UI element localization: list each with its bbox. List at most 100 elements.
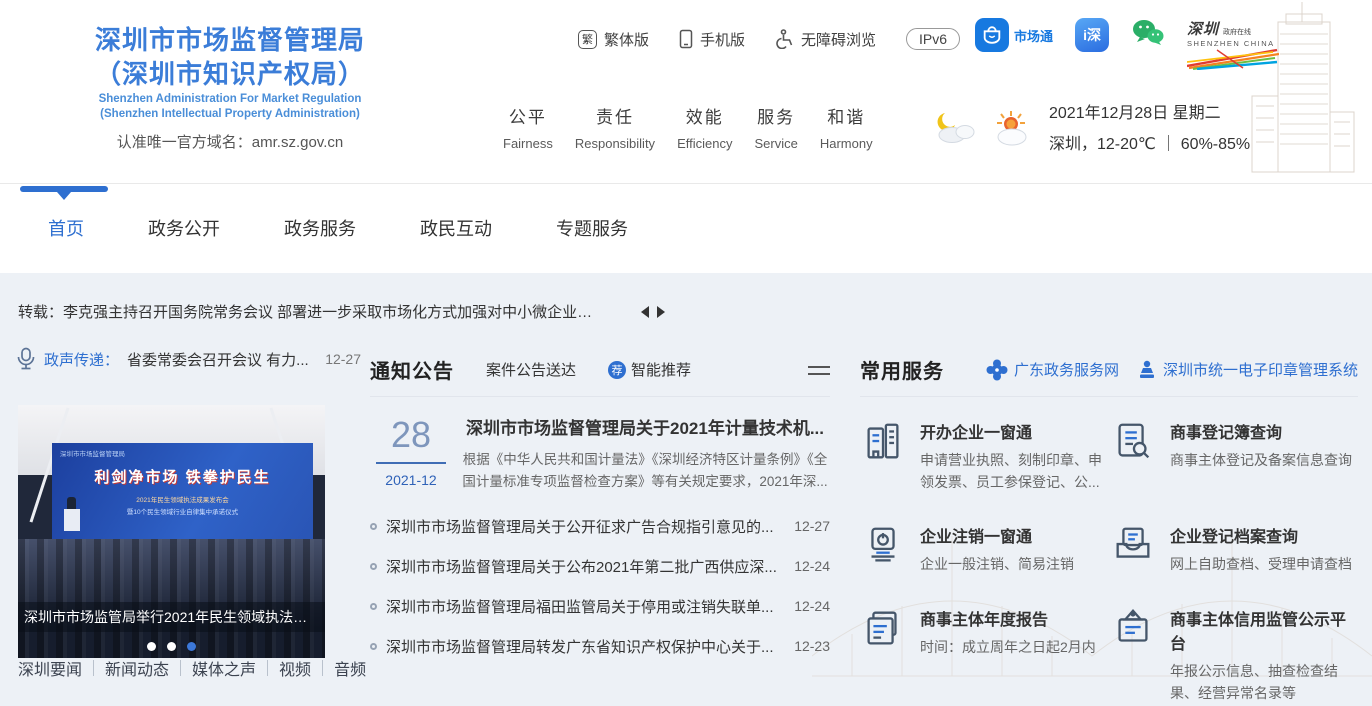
notices-title[interactable]: 通知公告 xyxy=(370,355,454,384)
header: 深圳市市场监督管理局 （深圳市知识产权局） Shenzhen Administr… xyxy=(0,0,1372,183)
wechat-link[interactable] xyxy=(1131,18,1165,53)
featured-notice[interactable]: 28 2021-12 深圳市市场监督管理局关于2021年计量技术机... 根据《… xyxy=(370,414,830,492)
services-title: 常用服务 xyxy=(860,361,944,383)
value-fairness: 公平 Fairness xyxy=(503,108,553,151)
slide-org-text: 深圳市市场监督管理局 xyxy=(60,451,125,458)
ticker-next-icon[interactable] xyxy=(657,305,665,318)
tab-shenzhen-news[interactable]: 深圳要闻 xyxy=(18,656,93,680)
service-open-business[interactable]: 开办企业一窗通 申请营业执照、刻制印章、申领发票、员工参保登记、公... xyxy=(860,419,1110,493)
partly-sunny-icon xyxy=(997,111,1027,146)
tab-case-announcements[interactable]: 案件公告送达 xyxy=(486,359,576,380)
value-responsibility: 责任 Responsibility xyxy=(574,108,656,151)
mobile-version-link[interactable]: 手机版 xyxy=(679,29,745,50)
service-credit-platform[interactable]: 商事主体信用监管公示平台 年报公示信息、抽查检查结果、经营异常名录等 xyxy=(1110,606,1358,704)
nav-item-special[interactable]: 专题服务 xyxy=(556,215,628,241)
service-archive-search[interactable]: 企业登记档案查询 网上自助查档、受理申请查档 xyxy=(1110,523,1358,576)
wechat-icon xyxy=(1133,20,1164,45)
sign-board-icon xyxy=(1118,609,1148,642)
traditional-icon: 繁 xyxy=(578,29,597,49)
core-values: 公平 Fairness 责任 Responsibility 效能 Efficie… xyxy=(503,103,873,151)
value-service: 服务 Service xyxy=(754,108,798,151)
archive-tray-icon xyxy=(1116,527,1150,559)
weather-widget: 2021年12月28日 星期二 深圳，12-20℃ ｜ 60%-85% xyxy=(935,98,1250,160)
notice-item[interactable]: 深圳市市场监督管理局转发广东省知识产权保护中心关于... 12-23 xyxy=(370,626,830,666)
slide-sub2-text: 暨10个民生领域行业自律集中承诺仪式 xyxy=(126,509,239,516)
weather-text: 2021年12月28日 星期二 深圳，12-20℃ ｜ 60%-85% xyxy=(1049,98,1250,160)
ishenzhen-app-link[interactable]: i深 xyxy=(1075,18,1110,52)
nav-item-disclosure[interactable]: 政务公开 xyxy=(148,215,220,241)
ishenzhen-app-icon: i深 xyxy=(1075,18,1110,52)
ticker-prev-icon[interactable] xyxy=(641,305,649,318)
weather-info: 深圳，12-20℃ ｜ 60%-85% xyxy=(1049,136,1251,154)
tab-news-updates[interactable]: 新闻动态 xyxy=(94,656,180,680)
tab-smart-recommend[interactable]: 荐 智能推荐 xyxy=(608,359,691,380)
nav-item-services[interactable]: 政务服务 xyxy=(284,215,356,241)
nav-items: 首页 政务公开 政务服务 政民互动 专题服务 xyxy=(48,215,628,241)
voice-label[interactable]: 政声传递： xyxy=(44,349,119,370)
cloudy-night-icon xyxy=(937,113,975,144)
gov-logo-cn: 深圳 xyxy=(1187,21,1220,38)
recommend-badge-icon: 荐 xyxy=(608,360,627,379)
slide-podium xyxy=(64,509,80,531)
voice-headline[interactable]: 省委常委会召开会议 有力... xyxy=(127,349,317,370)
carousel-dot-2[interactable] xyxy=(167,642,176,651)
main-nav: 首页 政务公开 政务服务 政民互动 专题服务 政务机器人 xyxy=(0,183,1372,441)
service-registry-search[interactable]: 商事登记簿查询 商事主体登记及备案信息查询 xyxy=(1110,419,1358,493)
carousel-dot-3[interactable] xyxy=(187,642,196,651)
carousel[interactable]: 深圳市市场监督管理局 利剑净市场 铁拳护民生 2021年民生领域执法成果发布会 … xyxy=(18,405,325,658)
market-app-icon xyxy=(975,18,1009,52)
news-category-tabs: 深圳要闻 新闻动态 媒体之声 视频 音频 xyxy=(18,656,377,680)
eseal-system-link[interactable]: 深圳市统一电子印章管理系统 xyxy=(1137,359,1358,381)
page: 深圳市市场监督管理局 （深圳市知识产权局） Shenzhen Administr… xyxy=(0,0,1372,706)
site-title-cn-1: 深圳市市场监督管理局 xyxy=(94,25,365,55)
accessibility-link[interactable]: 无障碍浏览 xyxy=(775,29,876,50)
notice-item[interactable]: 深圳市市场监督管理局关于公布2021年第二批广西供应深... 12-24 xyxy=(370,546,830,586)
notice-list: 深圳市市场监督管理局关于公开征求广告合规指引意见的... 12-27 深圳市市场… xyxy=(370,506,830,666)
ipv6-badge[interactable]: IPv6 xyxy=(906,28,961,50)
services-grid: 开办企业一窗通 申请营业执照、刻制印章、申领发票、员工参保登记、公... 商事登… xyxy=(860,419,1358,704)
mobile-label: 手机版 xyxy=(700,31,746,49)
value-harmony: 和谐 Harmony xyxy=(819,108,873,151)
services-section: 常用服务 广东政务服务网 深圳市统一电子印章管理系统 开办企业一窗通 申请营业执… xyxy=(860,355,1358,704)
traditional-chinese-link[interactable]: 繁 繁体版 xyxy=(578,29,649,50)
notice-item[interactable]: 深圳市市场监督管理局关于公开征求广告合规指引意见的... 12-27 xyxy=(370,506,830,546)
gov-logo-sub: 政府在线 xyxy=(1223,29,1252,36)
featured-date: 28 2021-12 xyxy=(370,414,452,492)
building-doc-icon xyxy=(867,423,899,459)
featured-title[interactable]: 深圳市市场监督管理局关于2021年计量技术机... xyxy=(460,414,830,439)
site-logo[interactable]: 深圳市市场监督管理局 （深圳市知识产权局） Shenzhen Administr… xyxy=(30,24,430,152)
report-docs-icon xyxy=(867,611,897,645)
notice-item[interactable]: 深圳市市场监督管理局福田监管局关于停用或注销失联单... 12-24 xyxy=(370,586,830,626)
slide-photo-screen: 深圳市市场监督管理局 利剑净市场 铁拳护民生 2021年民生领域执法成果发布会 … xyxy=(52,443,313,539)
slide-sub1-text: 2021年民生领域执法成果发布会 xyxy=(136,497,229,504)
shenzhen-china-logo[interactable]: 深圳 政府在线 SHENZHEN CHINA xyxy=(1186,18,1287,75)
gov-logo-en: SHENZHEN CHINA xyxy=(1187,39,1275,48)
utility-links: 繁 繁体版 手机版 无障碍浏览 IPv6 xyxy=(578,28,961,50)
ipv6-label: IPv6 xyxy=(906,28,961,50)
ticker-text[interactable]: 转载：李克强主持召开国务院常务会议 部署进一步采取市场化方式加强对中小微企业的金… xyxy=(18,301,603,322)
featured-month: 2021-12 xyxy=(385,472,437,488)
tab-media-voice[interactable]: 媒体之声 xyxy=(181,656,267,680)
featured-excerpt: 根据《中华人民共和国计量法》《深圳经济特区计量条例》《全国计量标准专项监督检查方… xyxy=(462,452,828,489)
carousel-dots xyxy=(18,642,325,651)
service-deregistration[interactable]: 企业注销一窗通 企业一般注销、简易注销 xyxy=(860,523,1110,576)
slide-crowd xyxy=(18,539,325,658)
voice-date: 12-27 xyxy=(325,351,361,367)
content-area: 转载：李克强主持召开国务院常务会议 部署进一步采取市场化方式加强对中小微企业的金… xyxy=(0,273,1372,706)
nav-item-interaction[interactable]: 政民互动 xyxy=(420,215,492,241)
carousel-dot-1[interactable] xyxy=(147,642,156,651)
guangdong-portal-link[interactable]: 广东政务服务网 xyxy=(986,359,1119,381)
notices-more-icon[interactable] xyxy=(808,359,830,380)
site-title-en-2: (Shenzhen Intellectual Property Administ… xyxy=(100,107,360,120)
official-domain-note: 认准唯一官方域名：amr.sz.gov.cn xyxy=(116,134,344,152)
power-icon xyxy=(871,527,895,562)
market-app-link[interactable]: 市场通 xyxy=(975,18,1053,52)
nav-item-home[interactable]: 首页 xyxy=(48,215,84,241)
tab-video[interactable]: 视频 xyxy=(268,656,322,680)
service-annual-report[interactable]: 商事主体年度报告 时间：成立周年之日起2月内 xyxy=(860,606,1110,704)
news-ticker: 转载：李克强主持召开国务院常务会议 部署进一步采取市场化方式加强对中小微企业的金… xyxy=(18,301,665,322)
tab-audio[interactable]: 音频 xyxy=(323,656,377,680)
site-title-cn-2: （深圳市知识产权局） xyxy=(94,58,365,89)
accessibility-icon xyxy=(776,29,793,49)
carousel-caption[interactable]: 深圳市市场监管局举行2021年民生领域执法成果发... xyxy=(18,602,325,632)
